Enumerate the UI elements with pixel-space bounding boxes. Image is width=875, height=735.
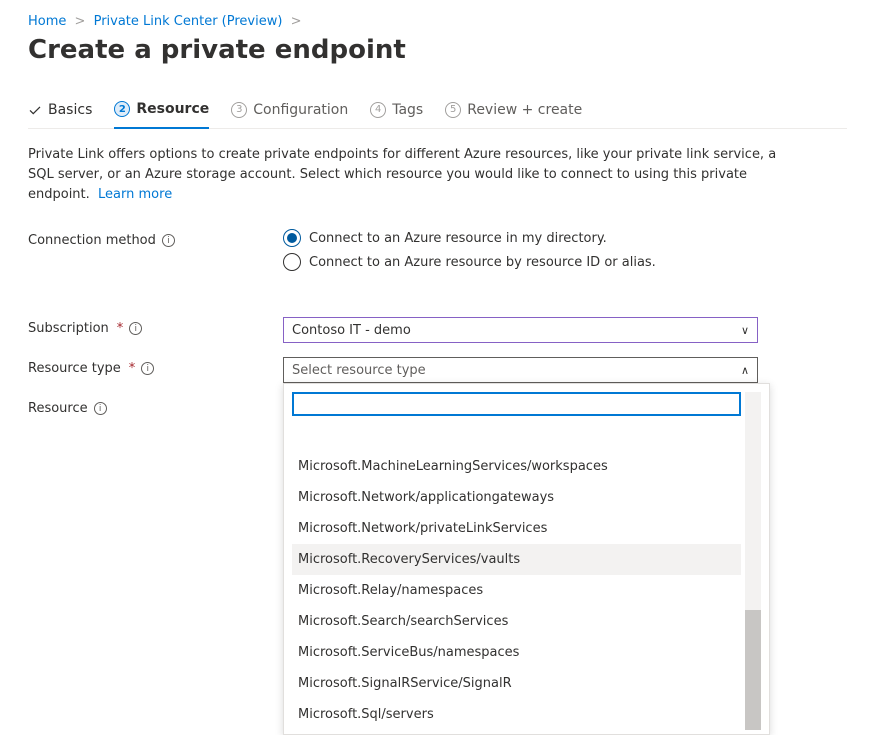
tab-basics[interactable]: Basics — [28, 95, 92, 128]
resource-type-option[interactable]: Microsoft.Search/searchServices — [292, 606, 741, 637]
radio-unselected-icon — [283, 253, 301, 271]
resource-type-option[interactable]: Microsoft.Network/applicationgateways — [292, 482, 741, 513]
info-icon[interactable]: i — [94, 402, 107, 415]
connection-method-directory[interactable]: Connect to an Azure resource in my direc… — [283, 229, 758, 247]
dropdown-scrollbar[interactable] — [745, 392, 761, 730]
connection-method-alias[interactable]: Connect to an Azure resource by resource… — [283, 253, 758, 271]
resource-type-option-truncated[interactable]: ……………………, …… — [292, 422, 741, 451]
resource-type-search-input[interactable] — [292, 392, 741, 416]
connection-method-directory-label: Connect to an Azure resource in my direc… — [309, 231, 607, 246]
step-number-icon: 4 — [370, 102, 386, 118]
info-icon[interactable]: i — [141, 362, 154, 375]
info-icon[interactable]: i — [129, 322, 142, 335]
tab-tags[interactable]: 4 Tags — [370, 95, 423, 128]
subscription-select[interactable]: Contoso IT - demo ∨ — [283, 317, 758, 343]
resource-type-option[interactable]: Microsoft.ServiceBus/namespaces — [292, 637, 741, 668]
radio-selected-icon — [283, 229, 301, 247]
tab-review-label: Review + create — [467, 102, 582, 118]
connection-method-label: Connection method i — [28, 229, 283, 248]
resource-type-dropdown: ……………………, …… Microsoft.MachineLearningSe… — [283, 383, 770, 735]
tab-resource[interactable]: 2 Resource — [114, 95, 209, 129]
resource-type-option[interactable]: Microsoft.MachineLearningServices/worksp… — [292, 451, 741, 482]
tab-description: Private Link offers options to create pr… — [28, 145, 788, 205]
chevron-up-icon: ∧ — [741, 364, 749, 377]
resource-type-option[interactable]: Microsoft.Sql/servers — [292, 699, 741, 730]
resource-type-option[interactable]: Microsoft.RecoveryServices/vaults — [292, 544, 741, 575]
step-number-icon: 2 — [114, 101, 130, 117]
resource-type-option[interactable]: Microsoft.Relay/namespaces — [292, 575, 741, 606]
resource-type-option[interactable]: Microsoft.Network/privateLinkServices — [292, 513, 741, 544]
check-icon — [28, 103, 42, 117]
breadcrumb: Home > Private Link Center (Preview) > — [28, 14, 847, 29]
info-icon[interactable]: i — [162, 234, 175, 247]
connection-method-alias-label: Connect to an Azure resource by resource… — [309, 255, 656, 270]
chevron-right-icon: > — [75, 14, 86, 29]
chevron-right-icon: > — [291, 14, 302, 29]
wizard-tabs: Basics 2 Resource 3 Configuration 4 Tags… — [28, 95, 847, 129]
tab-tags-label: Tags — [392, 102, 423, 118]
breadcrumb-home[interactable]: Home — [28, 14, 66, 29]
resource-type-select[interactable]: Select resource type ∧ — [283, 357, 758, 383]
step-number-icon: 5 — [445, 102, 461, 118]
step-number-icon: 3 — [231, 102, 247, 118]
resource-type-label: Resource type* i — [28, 357, 283, 376]
tab-basics-label: Basics — [48, 102, 92, 118]
resource-type-placeholder: Select resource type — [292, 363, 426, 378]
tab-review[interactable]: 5 Review + create — [445, 95, 582, 128]
tab-configuration[interactable]: 3 Configuration — [231, 95, 348, 128]
chevron-down-icon: ∨ — [741, 324, 749, 337]
subscription-value: Contoso IT - demo — [292, 323, 411, 338]
breadcrumb-private-link[interactable]: Private Link Center (Preview) — [94, 14, 283, 29]
page-title: Create a private endpoint — [28, 35, 847, 65]
subscription-label: Subscription* i — [28, 317, 283, 336]
learn-more-link[interactable]: Learn more — [98, 187, 172, 202]
resource-type-option[interactable]: Microsoft.SignalRService/SignalR — [292, 668, 741, 699]
resource-label: Resource i — [28, 397, 283, 416]
tab-resource-label: Resource — [136, 101, 209, 117]
tab-configuration-label: Configuration — [253, 102, 348, 118]
scroll-thumb[interactable] — [745, 610, 761, 730]
